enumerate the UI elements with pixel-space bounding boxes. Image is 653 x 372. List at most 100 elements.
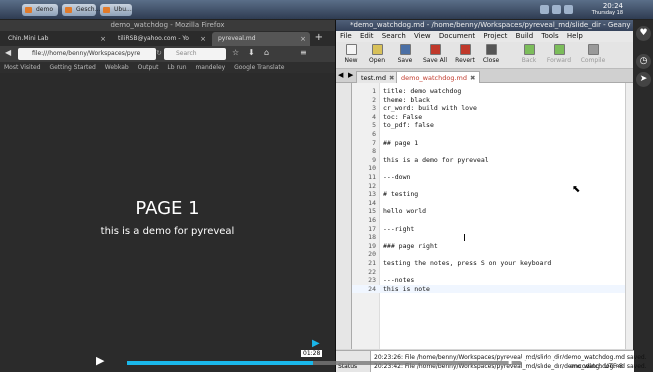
home-icon[interactable]: ⌂ (264, 48, 269, 57)
toolbar-label: New (344, 57, 358, 64)
geany-title: *demo_watchdog.md - /home/benny/Workspac… (336, 20, 633, 31)
code-line[interactable]: 24 this is note (352, 284, 626, 294)
menu-project[interactable]: Project (483, 32, 507, 40)
code-line[interactable]: 5 to_pdf: false (352, 121, 626, 130)
vimeo-logo[interactable]: vimeo (540, 356, 574, 367)
network-icon[interactable] (540, 5, 549, 14)
line-number: 24 (368, 284, 376, 293)
send-icon[interactable]: ➤ (636, 72, 651, 87)
code-line[interactable]: 12 (352, 182, 626, 191)
menu-view[interactable]: View (414, 32, 431, 40)
close-tab-icon[interactable]: × (200, 32, 206, 46)
editor-scrollbar[interactable] (625, 83, 633, 349)
bookmark-google-translate[interactable]: Google Translate (234, 64, 284, 71)
toolbar-revert-button[interactable]: Revert (452, 44, 478, 64)
menu-tools[interactable]: Tools (541, 32, 558, 40)
settings-icon[interactable]: ✱ (520, 356, 527, 365)
volume-bars-icon[interactable]: ▮ (508, 356, 512, 365)
fullscreen-icon[interactable]: ⛶ (530, 356, 536, 366)
code-line[interactable]: 16 (352, 216, 626, 225)
menu-document[interactable]: Document (439, 32, 475, 40)
close-tab-icon[interactable]: × (300, 32, 306, 46)
code-line[interactable]: 18 (352, 233, 626, 242)
code-line[interactable]: 10 (352, 164, 626, 173)
close-tab-icon[interactable]: ✖ (470, 74, 475, 82)
code-line[interactable]: 20 (352, 250, 626, 259)
heart-icon[interactable]: ♥ (636, 26, 651, 41)
downloads-icon[interactable]: ⬇ (248, 48, 255, 57)
toolbar-save-all-button[interactable]: Save All (422, 44, 448, 64)
code-line[interactable]: 15 hello world (352, 207, 626, 216)
menu-build[interactable]: Build (516, 32, 534, 40)
toolbar-open-button[interactable]: Open (364, 44, 390, 64)
menu-edit[interactable]: Edit (360, 32, 374, 40)
line-number: 12 (368, 181, 376, 190)
line-number: 1 (372, 87, 376, 95)
toolbar-back-button[interactable]: Back (516, 44, 542, 64)
close-tab-icon[interactable]: ✖ (389, 74, 394, 82)
code-line[interactable]: 22 (352, 268, 626, 277)
video-progress-bar[interactable] (127, 361, 522, 365)
code-line[interactable]: 21 testing the notes, press S on your key… (352, 259, 626, 268)
url-bar[interactable]: file:///home/benny/Workspaces/pyre (18, 48, 156, 60)
taskbar-task-2[interactable]: Gesch... (62, 4, 100, 16)
code-line[interactable]: 13 # testing (352, 190, 626, 199)
code-line[interactable]: 9 this is a demo for pyreveal (352, 156, 626, 165)
play-icon[interactable]: ▶ (96, 354, 104, 367)
video-timestamp: 01:28 (301, 350, 323, 357)
toolbar-forward-button[interactable]: Forward (546, 44, 572, 64)
tab-scroll-right-icon[interactable]: ▶ (348, 71, 353, 79)
tab-chin-mini-lab[interactable]: Chin.Mini Lab × (2, 32, 110, 46)
bookmark-output[interactable]: Output (138, 64, 159, 71)
code-line[interactable]: 19 ### page right (352, 242, 626, 251)
volume-icon[interactable] (552, 5, 561, 14)
menu-search[interactable]: Search (382, 32, 406, 40)
toolbar-compile-button[interactable]: Compile (580, 44, 606, 64)
search-input[interactable]: Search (164, 48, 226, 60)
code-line[interactable]: 3 cr_word: build with love (352, 104, 626, 113)
clock-icon[interactable]: ◷ (636, 54, 651, 69)
toolbar-new-button[interactable]: New (338, 44, 364, 64)
tab-pyreveal[interactable]: pyreveal.md × (212, 32, 310, 46)
code-line[interactable]: 23 ---notes (352, 276, 626, 285)
symbols-sidebar[interactable] (336, 83, 352, 349)
line-number: 20 (368, 250, 376, 259)
code-line[interactable]: 2 theme: black (352, 96, 626, 105)
code-line[interactable]: 1 title: demo watchdog (352, 87, 626, 96)
back-arrow-icon[interactable]: ◀ (5, 48, 11, 57)
code-line[interactable]: 6 (352, 130, 626, 139)
battery-icon[interactable] (564, 5, 573, 14)
menu-file[interactable]: File (340, 32, 352, 40)
new-tab-icon[interactable]: + (315, 32, 323, 43)
bookmark-most-visited[interactable]: Most Visited (4, 64, 41, 71)
bookmark-getting-started[interactable]: Getting Started (49, 64, 95, 71)
taskbar-task-1[interactable]: demo (22, 4, 58, 16)
code-line[interactable]: 11 ---down (352, 173, 626, 182)
new-icon (345, 44, 357, 55)
tab-demo-watchdog[interactable]: demo_watchdog.md ✖ (396, 71, 481, 83)
close-tab-icon[interactable]: × (100, 32, 106, 46)
toolbar-close-button[interactable]: Close (478, 44, 504, 64)
bookmark-webkab[interactable]: Webkab (105, 64, 129, 71)
code-line[interactable]: 7 ## page 1 (352, 139, 626, 148)
code-line[interactable]: 4 toc: False (352, 113, 626, 122)
menu-help[interactable]: Help (567, 32, 583, 40)
menu-icon[interactable]: ≡ (300, 48, 307, 57)
toolbar-save-button[interactable]: Save (392, 44, 418, 64)
clock[interactable]: 20:24 Thursday 18 (592, 3, 623, 17)
bookmark-star-icon[interactable]: ☆ (232, 48, 239, 57)
bookmark-mandeley[interactable]: mandeley (195, 64, 225, 71)
slide-viewport[interactable]: PAGE 1 this is a demo for pyreveal (0, 73, 335, 372)
code-line[interactable]: 14 (352, 199, 626, 208)
taskbar-task-3[interactable]: Ubu... (100, 4, 132, 16)
like-icon[interactable]: ▶ (312, 338, 320, 349)
code-line[interactable]: 17 ---right (352, 225, 626, 234)
code-editor[interactable]: 1 title: demo watchdog 2 theme: black 3 cr_wo… (352, 83, 626, 349)
line-number: 7 (372, 138, 376, 147)
tab-scroll-left-icon[interactable]: ◀ (338, 71, 343, 79)
reload-icon[interactable]: ↻ (156, 49, 162, 57)
tab-yahoo-mail[interactable]: tiliRSB@yahoo.com - Yo × (112, 32, 210, 46)
tab-test-md[interactable]: test.md ✖ (356, 71, 400, 83)
bookmark-lb-run[interactable]: Lb run (167, 64, 186, 71)
code-line[interactable]: 8 (352, 147, 626, 156)
